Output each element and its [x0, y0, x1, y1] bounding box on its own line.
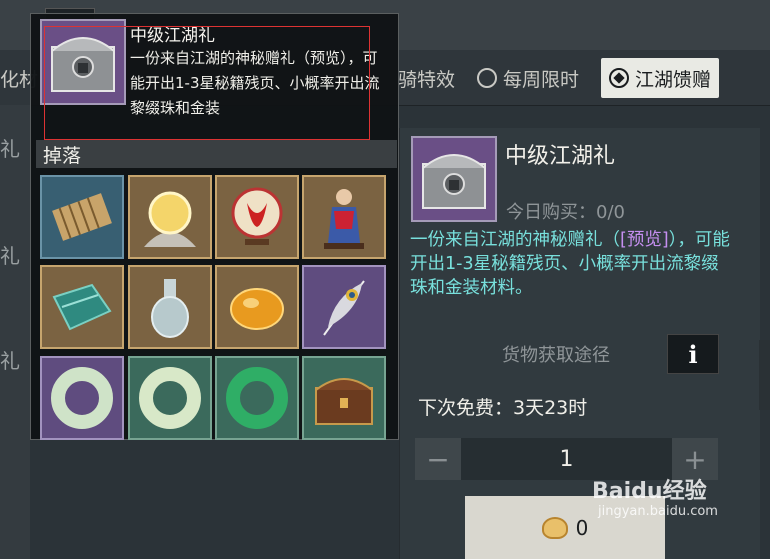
figurine-icon [324, 189, 364, 249]
drop-item-peacock-feather[interactable] [302, 265, 386, 349]
tab-jianghu-gift[interactable]: 江湖馈赠 [601, 58, 720, 98]
gift-tab-icon [609, 68, 629, 88]
drop-item-bamboo-scroll[interactable] [40, 175, 124, 259]
drop-item-jade-ring-pale[interactable] [128, 356, 212, 440]
info-icon: i [688, 339, 698, 369]
preview-link[interactable]: [预览] [620, 230, 669, 250]
feather-icon [323, 280, 365, 336]
detail-description: 一份来自江湖的神秘赠礼（[预览]），可能开出1-3星秘籍残页、小概率开出流黎缀珠… [410, 228, 735, 300]
minus-icon: − [426, 442, 450, 476]
drop-item-treasure-chest[interactable] [302, 356, 386, 440]
pearl-icon [144, 191, 196, 247]
detail-item-title: 中级江湖礼 [505, 144, 616, 169]
jade-ring-icon [51, 367, 113, 429]
info-button[interactable]: i [667, 334, 719, 374]
amber-icon [230, 288, 284, 330]
watermark-url: jingyan.baidu.com [598, 504, 718, 519]
tab-weekly-label: 每周限时 [503, 68, 580, 91]
tab-mount-effect[interactable]: 骑特效 [398, 58, 455, 98]
tab-mount-effect-label: 骑特效 [398, 68, 456, 91]
jade-ring-icon [226, 367, 288, 429]
price-value: 0 [575, 515, 589, 540]
tab-gift-label: 江湖馈赠 [635, 68, 712, 91]
drop-item-amber-stone[interactable] [215, 265, 299, 349]
source-label: 货物获取途径 [502, 345, 610, 366]
bottle-icon [151, 279, 189, 338]
drop-item-paper-cut-plate[interactable] [215, 175, 299, 259]
game-shop-screen: 礼 礼 礼 化材 骑特效 每周限时 江湖馈赠 中级江湖礼 今日购买：0/0 一份… [0, 0, 770, 559]
decrease-button[interactable]: − [415, 438, 461, 480]
sidebar-item-1[interactable]: 礼 [0, 133, 20, 162]
sidebar-item-2[interactable]: 礼 [0, 240, 20, 269]
paper-cut-icon [231, 187, 283, 245]
clock-icon [477, 68, 497, 88]
scroll-edge [759, 340, 770, 410]
next-free-timer: 下次免费：3天23时 [418, 397, 588, 419]
drop-item-porcelain-bottle[interactable] [128, 265, 212, 349]
drop-label: 掉落 [43, 145, 82, 167]
left-sidebar [0, 105, 30, 559]
cloth-icon [52, 283, 112, 331]
sidebar-item-3[interactable]: 礼 [0, 345, 20, 374]
plus-icon: + [683, 442, 707, 476]
bamboo-scroll-icon [52, 193, 112, 241]
desc-part-1: 一份来自江湖的神秘赠礼（ [410, 230, 620, 250]
drop-item-green-cloth[interactable] [40, 265, 124, 349]
tab-weekly[interactable]: 每周限时 [477, 58, 579, 98]
drop-section-header [36, 140, 397, 168]
detail-chest-icon [411, 136, 497, 222]
drop-item-jade-ring-white[interactable] [40, 356, 124, 440]
buy-today-count: 今日购买：0/0 [506, 202, 625, 223]
drop-item-jade-ring-green[interactable] [215, 356, 299, 440]
treasure-chest-icon [315, 378, 373, 425]
drop-item-glowing-pearl[interactable] [128, 175, 212, 259]
jade-ring-icon [139, 367, 201, 429]
annotation-highlight-box [44, 26, 370, 140]
baidu-watermark: Baidu经验 [592, 479, 707, 504]
drop-item-opera-figurine[interactable] [302, 175, 386, 259]
ingot-icon [541, 516, 568, 539]
